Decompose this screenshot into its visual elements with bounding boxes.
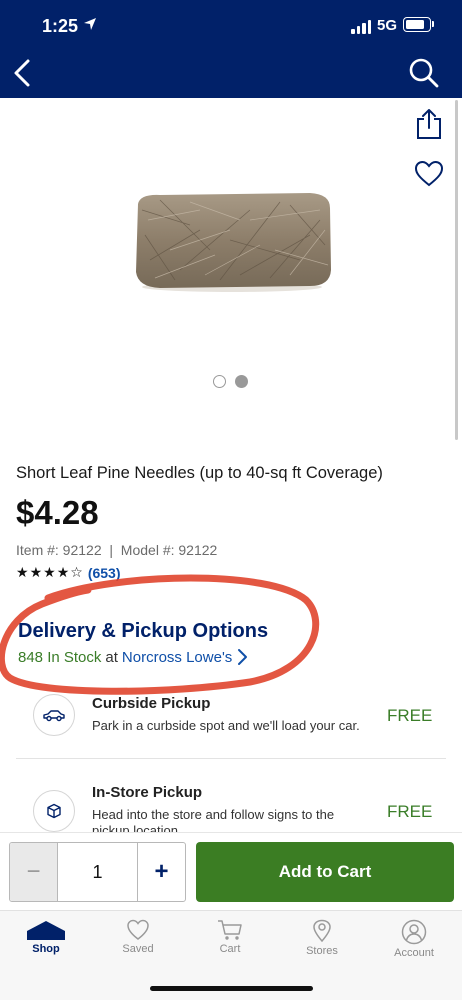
product-title: Short Leaf Pine Needles (up to 40-sq ft … (16, 464, 383, 482)
item-model-number: Item #: 92122 | Model #: 92122 (16, 542, 218, 558)
network-label: 5G (377, 17, 398, 34)
option-title: Curbside Pickup (92, 695, 211, 712)
rating[interactable]: ★ ★ ★ ★ ☆ (653) (16, 565, 121, 581)
image-carousel-dots[interactable] (213, 375, 248, 388)
tab-label: Account (394, 947, 434, 959)
option-title: In-Store Pickup (92, 784, 203, 801)
house-icon (27, 921, 65, 940)
star-rating: ★ ★ ★ ★ ☆ (16, 566, 83, 580)
product-price: $4.28 (16, 494, 99, 531)
signal-icon (351, 20, 371, 34)
person-icon (401, 919, 427, 945)
carousel-dot-active[interactable] (235, 375, 248, 388)
store-link[interactable]: Norcross Lowe's (122, 649, 232, 666)
carousel-dot[interactable] (213, 375, 226, 388)
option-description: Park in a curbside spot and we'll load y… (92, 718, 360, 733)
star-filled-icon: ★ (16, 565, 29, 581)
product-image[interactable] (130, 190, 335, 294)
option-description: Head into the store and follow signs to … (92, 807, 335, 832)
stock-count: 848 In Stock (18, 648, 102, 666)
back-arrow-icon[interactable] (10, 58, 36, 88)
location-pin-icon (313, 919, 331, 943)
heart-icon (127, 919, 149, 940)
star-filled-icon: ★ (29, 565, 43, 581)
increase-quantity-button[interactable]: + (137, 843, 185, 901)
app-header: 1:25 5G (0, 0, 462, 98)
cart-icon (218, 920, 242, 940)
star-filled-icon: ★ (43, 565, 56, 581)
status-time: 1:25 (42, 16, 79, 36)
tab-cart[interactable]: Cart (190, 919, 270, 955)
tab-label: Stores (306, 945, 338, 957)
add-to-cart-button[interactable]: Add to Cart (196, 842, 454, 902)
quantity-stepper: − 1 + (9, 842, 186, 902)
tab-stores[interactable]: Stores (282, 919, 362, 957)
tab-label: Cart (219, 943, 241, 955)
quantity-input[interactable]: 1 (58, 843, 137, 901)
share-icon[interactable] (414, 108, 444, 140)
option-price: FREE (387, 802, 433, 821)
battery-icon (403, 17, 431, 32)
review-count-link[interactable]: (653) (88, 565, 121, 581)
decrease-quantity-button[interactable]: − (10, 843, 58, 901)
tab-shop[interactable]: Shop (6, 919, 86, 955)
chevron-right-icon[interactable] (236, 648, 248, 666)
divider (16, 758, 446, 759)
delivery-pickup-title: Delivery & Pickup Options (18, 620, 269, 642)
stock-line: 848 In Stock at Norcross Lowe's (18, 648, 248, 666)
tab-account[interactable]: Account (374, 919, 454, 959)
option-price: FREE (387, 706, 433, 725)
car-icon (33, 694, 75, 736)
stock-at: at (105, 648, 118, 666)
search-icon[interactable] (408, 57, 440, 89)
scroll-indicator (455, 100, 458, 440)
tab-label: Saved (122, 943, 154, 955)
home-indicator (150, 986, 313, 991)
heart-icon[interactable] (414, 160, 444, 188)
tab-label: Shop (32, 943, 60, 955)
star-filled-icon: ★ (56, 565, 70, 581)
tab-saved[interactable]: Saved (98, 919, 178, 955)
location-arrow-icon (84, 18, 96, 30)
star-empty-icon: ☆ (70, 565, 83, 581)
box-icon (33, 790, 75, 832)
